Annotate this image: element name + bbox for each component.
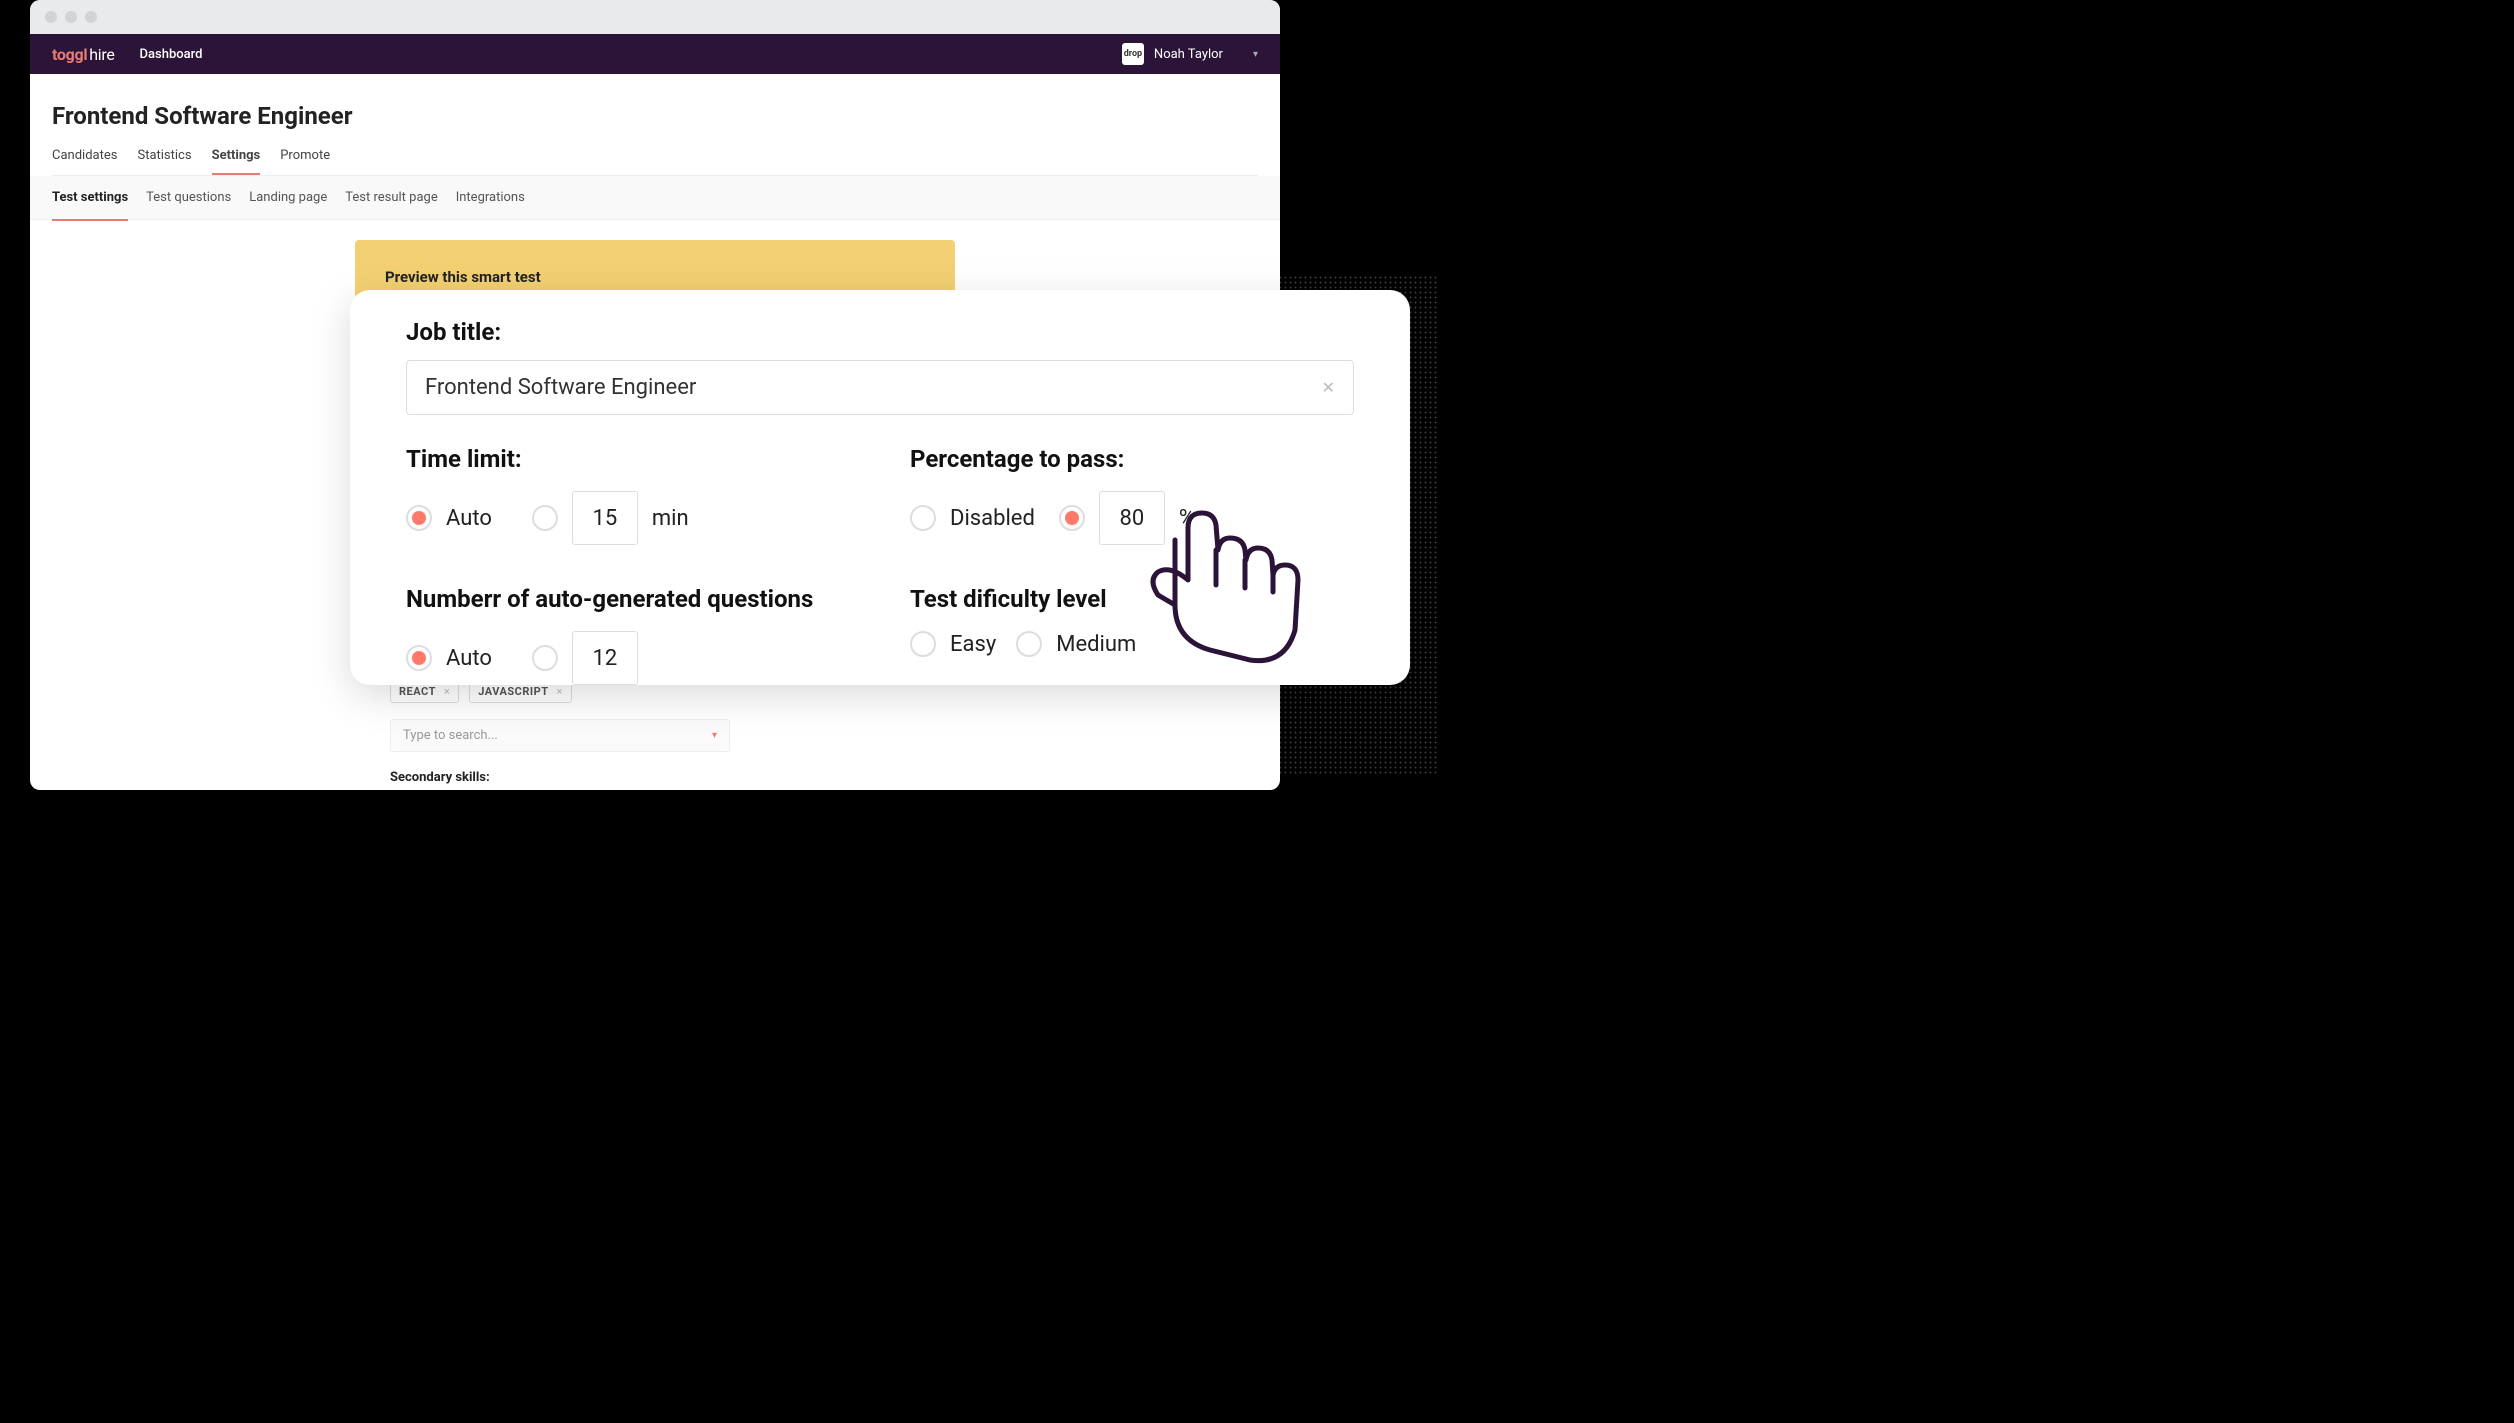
- modal-right-col: Percentage to pass: Disabled 80 % Test d…: [910, 445, 1354, 685]
- radio-percentage-disabled[interactable]: [910, 505, 936, 531]
- window-titlebar: [30, 0, 1280, 34]
- subtab-landing-page[interactable]: Landing page: [249, 190, 327, 205]
- close-icon[interactable]: ×: [444, 685, 450, 698]
- caret-down-icon: ▾: [712, 730, 717, 741]
- search-placeholder: Type to search...: [403, 728, 498, 743]
- logo-suffix: hire: [89, 45, 114, 64]
- tab-settings[interactable]: Settings: [212, 148, 261, 175]
- primary-tabs: Candidates Statistics Settings Promote: [52, 148, 1258, 176]
- radio-questions-custom[interactable]: [532, 645, 558, 671]
- radio-easy[interactable]: [910, 631, 936, 657]
- questions-auto-label: Auto: [446, 646, 492, 671]
- username: Noah Taylor: [1154, 47, 1223, 62]
- questions-input[interactable]: 12: [572, 631, 638, 685]
- page-title: Frontend Software Engineer: [52, 102, 1258, 130]
- percentage-input[interactable]: 80: [1099, 491, 1165, 545]
- nav-dashboard[interactable]: Dashboard: [140, 47, 203, 62]
- percentage-disabled-label: Disabled: [950, 506, 1035, 531]
- chip-label: JAVASCRIPT: [478, 685, 548, 698]
- subtab-test-result-page[interactable]: Test result page: [345, 190, 437, 205]
- radio-time-custom[interactable]: [532, 505, 558, 531]
- percentage-label: Percentage to pass:: [910, 445, 1354, 473]
- logo-text: toggl: [52, 45, 87, 64]
- secondary-tabs: Test settings Test questions Landing pag…: [30, 176, 1280, 220]
- difficulty-row: Easy Medium: [910, 631, 1354, 657]
- subtab-test-questions[interactable]: Test questions: [146, 190, 231, 205]
- modal-grid: Time limit: Auto 15 min Numberr of auto-…: [406, 445, 1354, 685]
- window-minimize-icon[interactable]: [65, 11, 77, 23]
- subtab-test-settings[interactable]: Test settings: [52, 190, 128, 221]
- window-maximize-icon[interactable]: [85, 11, 97, 23]
- modal-left-col: Time limit: Auto 15 min Numberr of auto-…: [406, 445, 850, 685]
- job-title-input[interactable]: Frontend Software Engineer ✕: [406, 360, 1354, 415]
- tab-statistics[interactable]: Statistics: [137, 148, 191, 175]
- top-nav: togglhire Dashboard drop Noah Taylor ▾: [30, 34, 1280, 74]
- time-limit-row: Auto 15 min: [406, 491, 850, 545]
- percentage-row: Disabled 80 %: [910, 491, 1354, 545]
- window-close-icon[interactable]: [45, 11, 57, 23]
- close-icon[interactable]: ×: [557, 685, 563, 698]
- subtab-integrations[interactable]: Integrations: [456, 190, 525, 205]
- skill-search-input[interactable]: Type to search... ▾: [390, 719, 730, 752]
- settings-modal: Job title: Frontend Software Engineer ✕ …: [350, 290, 1410, 685]
- percentage-unit: %: [1179, 506, 1195, 531]
- time-limit-label: Time limit:: [406, 445, 850, 473]
- medium-label: Medium: [1056, 632, 1136, 657]
- radio-time-auto[interactable]: [406, 505, 432, 531]
- radio-medium[interactable]: [1016, 631, 1042, 657]
- user-menu[interactable]: drop Noah Taylor ▾: [1122, 43, 1258, 65]
- time-auto-label: Auto: [446, 506, 492, 531]
- easy-label: Easy: [950, 632, 996, 657]
- radio-questions-auto[interactable]: [406, 645, 432, 671]
- avatar: drop: [1122, 43, 1144, 65]
- difficulty-label: Test dificulty level: [910, 585, 1354, 613]
- chevron-down-icon: ▾: [1253, 49, 1258, 60]
- page-header: Frontend Software Engineer Candidates St…: [30, 74, 1280, 176]
- time-limit-unit: min: [652, 506, 689, 531]
- tab-candidates[interactable]: Candidates: [52, 148, 117, 175]
- questions-label: Numberr of auto-generated questions: [406, 585, 850, 613]
- job-title-value: Frontend Software Engineer: [425, 375, 696, 400]
- secondary-skills-label: Secondary skills:: [390, 770, 920, 785]
- tab-promote[interactable]: Promote: [280, 148, 330, 175]
- logo[interactable]: togglhire: [52, 45, 115, 64]
- time-limit-input[interactable]: 15: [572, 491, 638, 545]
- radio-percentage-custom[interactable]: [1059, 505, 1085, 531]
- chip-label: REACT: [399, 685, 436, 698]
- clear-icon[interactable]: ✕: [1322, 378, 1335, 397]
- questions-row: Auto 12: [406, 631, 850, 685]
- job-title-label: Job title:: [406, 318, 1354, 346]
